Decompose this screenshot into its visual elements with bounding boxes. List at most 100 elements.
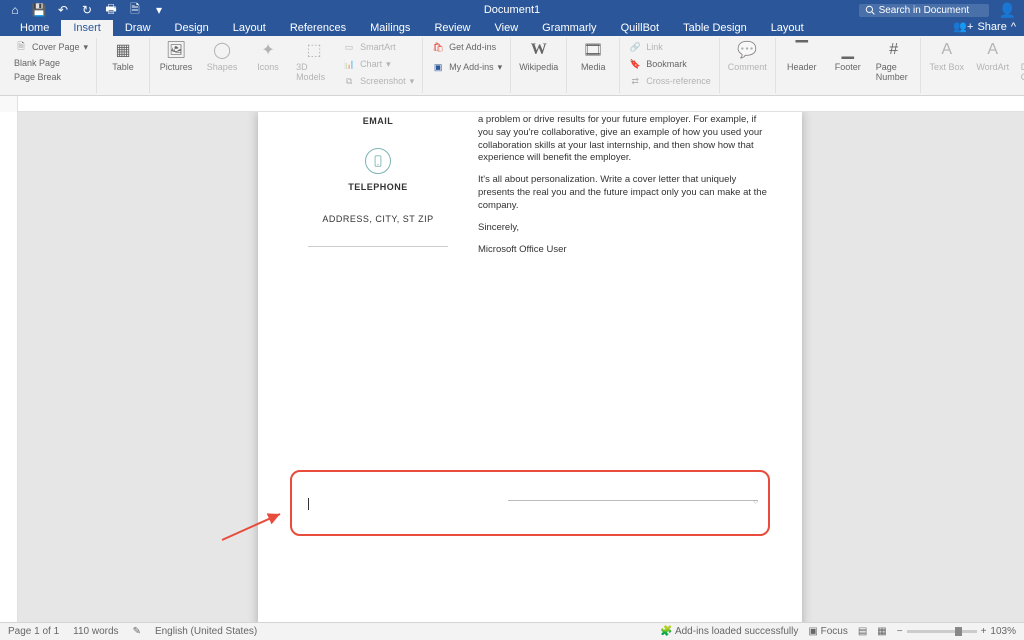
shapes-button[interactable]: ◯Shapes xyxy=(204,40,240,72)
tab-mailings[interactable]: Mailings xyxy=(358,20,422,36)
tab-draw[interactable]: Draw xyxy=(113,20,163,36)
pictures-button[interactable]: 🖼Pictures xyxy=(158,40,194,72)
view-web-icon[interactable]: ▦ xyxy=(877,626,886,637)
home-icon[interactable]: ⌂ xyxy=(8,3,22,17)
tab-home[interactable]: Home xyxy=(8,20,61,36)
save-icon[interactable]: 💾 xyxy=(32,3,46,17)
zoom-slider[interactable]: − + 103% xyxy=(897,626,1016,637)
word-count[interactable]: 110 words xyxy=(73,626,118,637)
group-text: AText Box AWordArt A≡Drop Cap xyxy=(921,38,1024,93)
share-label: Share xyxy=(977,21,1006,33)
page[interactable]: EMAIL TELEPHONE ADDRESS, CITY, ST ZIP a … xyxy=(258,112,802,622)
chart-button[interactable]: 📊Chart ▾ xyxy=(342,57,414,71)
contact-column: EMAIL TELEPHONE ADDRESS, CITY, ST ZIP xyxy=(298,116,458,247)
comment-icon: 💬 xyxy=(737,40,757,60)
horizontal-ruler-bar xyxy=(0,96,1024,112)
end-marker: ○ xyxy=(753,497,758,506)
search-input[interactable]: Search in Document xyxy=(859,4,989,17)
redo-icon[interactable]: ↻ xyxy=(80,3,94,17)
zoom-out-icon[interactable]: − xyxy=(897,626,903,637)
media-button[interactable]: 🎞Media xyxy=(575,40,611,72)
open-icon[interactable]: 🗎 xyxy=(128,3,142,17)
text-box-button[interactable]: AText Box xyxy=(929,40,965,72)
annotation-arrow xyxy=(218,508,288,544)
document-canvas[interactable]: EMAIL TELEPHONE ADDRESS, CITY, ST ZIP a … xyxy=(18,112,1024,622)
tab-insert[interactable]: Insert xyxy=(61,20,113,36)
divider xyxy=(308,246,448,247)
focus-mode[interactable]: ▣ Focus xyxy=(808,626,847,637)
store-icon: 🛍 xyxy=(431,40,445,54)
icons-icon: ✦ xyxy=(258,40,278,60)
table-icon: ▦ xyxy=(113,40,133,60)
blank-page-button[interactable]: Blank Page xyxy=(14,58,88,68)
tab-layout-context[interactable]: Layout xyxy=(759,20,816,36)
cover-page-button[interactable]: 🗎Cover Page ▾ xyxy=(14,40,88,54)
spellcheck-icon[interactable]: ✎ xyxy=(133,626,141,637)
collapse-ribbon-icon[interactable]: ^ xyxy=(1011,21,1016,33)
wikipedia-button[interactable]: WWikipedia xyxy=(519,40,558,72)
letter-body[interactable]: a problem or drive results for your futu… xyxy=(478,114,768,265)
phone-icon xyxy=(365,148,391,174)
title-bar: ⌂ 💾 ↶ ↻ 🖶 🗎 ▾ Document1 Search in Docume… xyxy=(0,0,1024,20)
zoom-level[interactable]: 103% xyxy=(990,626,1016,637)
page-number-button[interactable]: #Page Number xyxy=(876,40,912,82)
ribbon: 🗎Cover Page ▾ Blank Page Page Break ▦Tab… xyxy=(0,36,1024,96)
tab-references[interactable]: References xyxy=(278,20,358,36)
link-button[interactable]: 🔗Link xyxy=(628,40,711,54)
wordart-button[interactable]: AWordArt xyxy=(975,40,1011,72)
tab-quillbot[interactable]: QuillBot xyxy=(609,20,672,36)
share-button[interactable]: 👥+ Share ^ xyxy=(953,20,1016,33)
header-button[interactable]: ▔Header xyxy=(784,40,820,72)
pictures-icon: 🖼 xyxy=(166,40,186,60)
shapes-icon: ◯ xyxy=(212,40,232,60)
screenshot-button[interactable]: ⧉Screenshot ▾ xyxy=(342,74,414,88)
3d-models-button[interactable]: ⬚3D Models xyxy=(296,40,332,82)
comment-button[interactable]: 💬Comment xyxy=(728,40,767,72)
smartart-button[interactable]: ▭SmartArt xyxy=(342,40,414,54)
document-title: Document1 xyxy=(484,4,540,16)
tab-review[interactable]: Review xyxy=(422,20,482,36)
tab-table-design[interactable]: Table Design xyxy=(671,20,759,36)
bookmark-button[interactable]: 🔖Bookmark xyxy=(628,57,711,71)
group-table: ▦Table xyxy=(97,38,150,93)
qat-dropdown-icon[interactable]: ▾ xyxy=(152,3,166,17)
ribbon-tabs: Home Insert Draw Design Layout Reference… xyxy=(0,20,1024,36)
page-break-button[interactable]: Page Break xyxy=(14,72,88,82)
page-status[interactable]: Page 1 of 1 xyxy=(8,626,59,637)
print-icon[interactable]: 🖶 xyxy=(104,3,118,17)
icons-button[interactable]: ✦Icons xyxy=(250,40,286,72)
undo-icon[interactable]: ↶ xyxy=(56,3,70,17)
wordart-icon: A xyxy=(983,40,1003,60)
workspace: EMAIL TELEPHONE ADDRESS, CITY, ST ZIP a … xyxy=(0,112,1024,622)
addins-icon: ▣ xyxy=(431,60,445,74)
signature: Microsoft Office User xyxy=(478,244,768,257)
group-addins: 🛍Get Add-ins ▣My Add-ins ▾ xyxy=(423,38,511,93)
get-addins-button[interactable]: 🛍Get Add-ins xyxy=(431,40,502,54)
email-label: EMAIL xyxy=(298,116,458,126)
language-status[interactable]: English (United States) xyxy=(155,626,257,637)
group-illustrations: 🖼Pictures ◯Shapes ✦Icons ⬚3D Models ▭Sma… xyxy=(150,38,423,93)
cube-icon: ⬚ xyxy=(304,40,324,60)
page-icon: 🗎 xyxy=(14,40,28,54)
text-cursor xyxy=(308,498,309,510)
group-wikipedia: WWikipedia xyxy=(511,38,567,93)
tab-layout[interactable]: Layout xyxy=(221,20,278,36)
footer-button[interactable]: ▁Footer xyxy=(830,40,866,72)
my-addins-button[interactable]: ▣My Add-ins ▾ xyxy=(431,60,502,74)
zoom-in-icon[interactable]: + xyxy=(981,626,987,637)
group-header-footer: ▔Header ▁Footer #Page Number xyxy=(776,38,921,93)
vertical-ruler[interactable] xyxy=(0,112,18,622)
address-label: ADDRESS, CITY, ST ZIP xyxy=(298,214,458,224)
account-icon[interactable]: 👤 xyxy=(999,2,1016,19)
footer-icon: ▁ xyxy=(838,40,858,60)
cross-reference-button[interactable]: ⇄Cross-reference xyxy=(628,74,711,88)
horizontal-ruler[interactable] xyxy=(18,96,1024,112)
addins-status[interactable]: 🧩 Add-ins loaded successfully xyxy=(660,626,798,637)
table-button[interactable]: ▦Table xyxy=(105,40,141,72)
footer-edit-area[interactable]: ○ xyxy=(290,470,770,536)
crossref-icon: ⇄ xyxy=(628,74,642,88)
tab-view[interactable]: View xyxy=(483,20,531,36)
view-print-icon[interactable]: ▤ xyxy=(858,626,867,637)
tab-grammarly[interactable]: Grammarly xyxy=(530,20,608,36)
tab-design[interactable]: Design xyxy=(163,20,221,36)
